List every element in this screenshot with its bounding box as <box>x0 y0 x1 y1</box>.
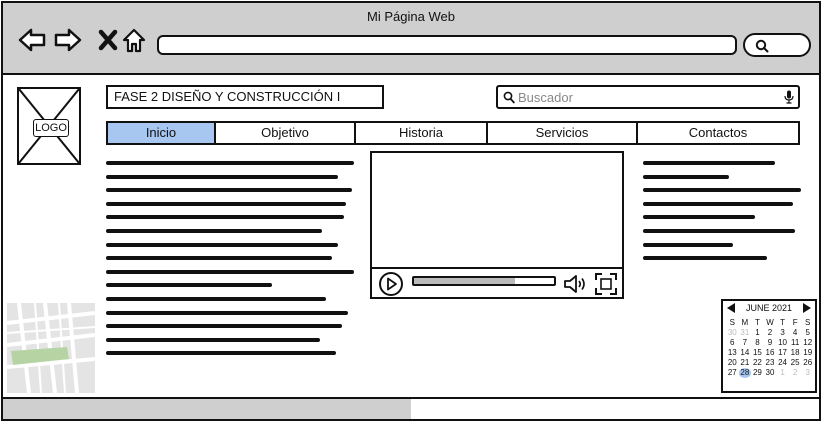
calendar-day[interactable]: 17 <box>776 348 789 358</box>
calendar-day[interactable]: 30 <box>764 368 777 378</box>
calendar-day[interactable]: 18 <box>789 348 802 358</box>
tab-servicios[interactable]: Servicios <box>488 123 638 143</box>
microphone-icon[interactable] <box>784 90 794 104</box>
calendar-weekday: T <box>780 318 785 327</box>
video-controls <box>372 267 622 297</box>
map-image[interactable] <box>7 303 95 393</box>
calendar-day[interactable]: 29 <box>751 368 764 378</box>
calendar-day[interactable]: 9 <box>764 338 777 348</box>
calendar-day[interactable]: 13 <box>726 348 739 358</box>
logo-placeholder: LOGO <box>17 87 81 165</box>
page-progress-fill <box>3 399 411 419</box>
calendar-day[interactable]: 23 <box>764 358 777 368</box>
calendar-day[interactable]: 27 <box>726 368 739 378</box>
calendar-day[interactable]: 10 <box>776 338 789 348</box>
calendar-day[interactable]: 15 <box>751 348 764 358</box>
page-progress-bar <box>3 397 819 419</box>
calendar-weekday: F <box>792 318 798 327</box>
site-title: FASE 2 DISEÑO Y CONSTRUCCIÓN I <box>106 85 384 109</box>
calendar-day[interactable]: 14 <box>739 348 752 358</box>
calendar-day[interactable]: 28 <box>738 368 752 378</box>
site-search[interactable] <box>496 85 800 109</box>
calendar-day[interactable]: 1 <box>776 368 789 378</box>
search-input[interactable] <box>518 89 758 106</box>
calendar-month-label: JUNE 2021 <box>745 303 793 313</box>
calendar-day[interactable]: 8 <box>751 338 764 348</box>
calendar-day[interactable]: 11 <box>789 338 802 348</box>
calendar-day[interactable]: 20 <box>726 358 739 368</box>
calendar-day[interactable]: 5 <box>801 328 814 338</box>
calendar-day[interactable]: 22 <box>751 358 764 368</box>
arrow-right-icon[interactable] <box>53 25 83 55</box>
video-player[interactable] <box>370 151 624 299</box>
main-nav: Inicio Objetivo Historia Servicios Conta… <box>106 121 800 145</box>
calendar-day[interactable]: 30 <box>726 328 739 338</box>
calendar-day[interactable]: 19 <box>801 348 814 358</box>
tab-objetivo[interactable]: Objetivo <box>216 123 356 143</box>
calendar-grid: S M T W T F S 30 31 1 2 3 4 5 6 7 8 9 10 11 12 13 14 15 16 17 18 19… <box>726 318 814 378</box>
calendar-day[interactable]: 31 <box>739 328 752 338</box>
calendar-weekday: S <box>805 318 811 327</box>
search-icon <box>755 39 769 53</box>
calendar-weekday: W <box>766 318 774 327</box>
calendar-day[interactable]: 25 <box>789 358 802 368</box>
browser-window: Mi Página Web LOGO FASE 2 DISEÑO Y CONST… <box>1 1 821 421</box>
logo-label: LOGO <box>33 119 69 137</box>
tab-contactos[interactable]: Contactos <box>638 123 798 143</box>
next-month-icon[interactable] <box>803 303 811 313</box>
address-bar[interactable] <box>157 35 737 55</box>
calendar-weekday: S <box>729 318 735 327</box>
calendar-day[interactable]: 6 <box>726 338 739 348</box>
search-icon <box>503 91 515 104</box>
arrow-left-icon[interactable] <box>17 25 47 55</box>
calendar-day[interactable]: 24 <box>776 358 789 368</box>
window-title: Mi Página Web <box>367 9 455 24</box>
calendar-weekday: T <box>754 318 760 327</box>
calendar-day[interactable]: 21 <box>739 358 752 368</box>
calendar-day[interactable]: 16 <box>764 348 777 358</box>
calendar-day[interactable]: 7 <box>739 338 752 348</box>
calendar-weekday: M <box>741 318 749 327</box>
calendar-day[interactable]: 2 <box>764 328 777 338</box>
fullscreen-icon[interactable] <box>594 272 618 296</box>
browser-chrome: Mi Página Web <box>3 3 819 75</box>
page-content: LOGO FASE 2 DISEÑO Y CONSTRUCCIÓN I Inic… <box>3 77 819 397</box>
home-icon[interactable] <box>119 25 149 55</box>
tab-historia[interactable]: Historia <box>356 123 488 143</box>
text-block-right <box>643 161 803 270</box>
video-progress-fill <box>414 278 515 284</box>
calendar-day[interactable]: 26 <box>801 358 814 368</box>
volume-icon[interactable] <box>562 272 590 296</box>
video-progress-bar[interactable] <box>412 276 556 286</box>
calendar-widget: JUNE 2021 S M T W T F S 30 31 1 2 3 4 5 6 7 8 9 10 11 12 13 14… <box>721 299 817 393</box>
text-block-left <box>106 161 356 365</box>
calendar-day[interactable]: 2 <box>789 368 802 378</box>
play-icon[interactable] <box>378 272 404 296</box>
calendar-day[interactable]: 12 <box>801 338 814 348</box>
calendar-day[interactable]: 3 <box>776 328 789 338</box>
calendar-day[interactable]: 3 <box>801 368 814 378</box>
browser-search-button[interactable] <box>743 33 811 57</box>
calendar-day[interactable]: 1 <box>751 328 764 338</box>
tab-inicio[interactable]: Inicio <box>108 123 216 143</box>
calendar-day[interactable]: 4 <box>789 328 802 338</box>
